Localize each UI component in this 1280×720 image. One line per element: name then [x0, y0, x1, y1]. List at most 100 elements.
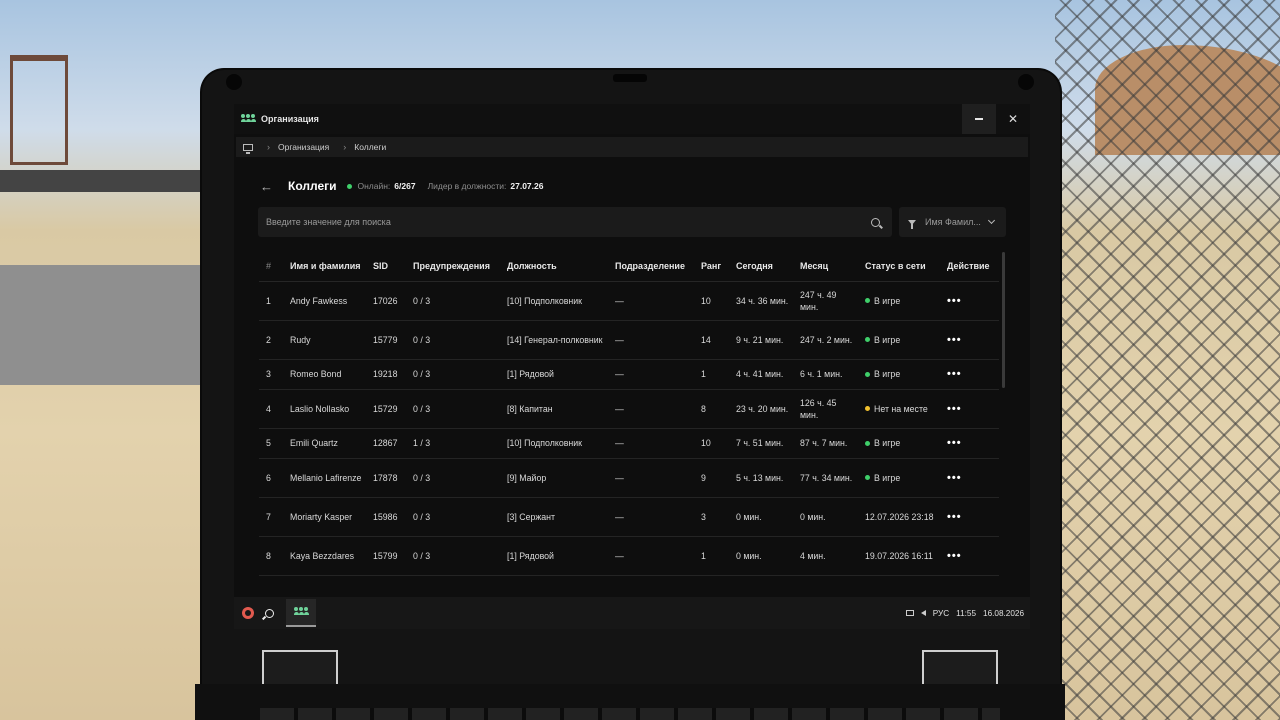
member-time-month: 0 мин. — [793, 497, 858, 537]
member-rank: 1 — [694, 536, 729, 576]
road — [0, 265, 205, 385]
member-sid: 19218 — [366, 359, 406, 390]
status-text: В игре — [874, 438, 901, 448]
close-button[interactable]: ✕ — [996, 104, 1030, 134]
table-row[interactable]: 3 Romeo Bond 19218 0 / 3 [1] Рядовой —1 4 ч. 4… — [259, 359, 999, 390]
status-dot — [865, 475, 870, 480]
monitor-icon[interactable] — [905, 610, 914, 616]
member-status: 12.07.2026 23:18 — [858, 497, 940, 537]
more-options-icon[interactable]: ••• — [940, 359, 999, 390]
member-time-today: 0 мин. — [729, 536, 793, 576]
speaker-icon[interactable] — [920, 610, 926, 616]
member-time-today: 34 ч. 36 мин. — [729, 281, 793, 321]
more-options-icon[interactable]: ••• — [940, 536, 999, 576]
breadcrumb-item-colleagues[interactable]: Коллеги — [354, 142, 386, 152]
member-rank: 1 — [694, 359, 729, 390]
status-text: 12.07.2026 23:18 — [865, 511, 934, 522]
table-row[interactable]: 4 Laslio Nollasko 15729 0 / 3 [8] Капитан —8 2… — [259, 389, 999, 429]
member-warnings: 0 / 3 — [406, 320, 500, 360]
member-time-month: 4 мин. — [793, 536, 858, 576]
member-position: [10] Подполковник — [500, 428, 608, 459]
table-row[interactable]: 2 Rudy 15779 0 / 3 [14] Генерал-полковник —14… — [259, 320, 999, 360]
row-number: 8 — [259, 536, 283, 576]
member-name: Andy Fawkess — [283, 281, 366, 321]
online-count: 6/267 — [394, 181, 416, 191]
column-header-status[interactable]: Статус в сети — [858, 251, 940, 282]
tray-language[interactable]: РУС — [933, 609, 949, 618]
member-time-today: 4 ч. 41 мин. — [729, 359, 793, 390]
status-text: В игре — [874, 472, 901, 483]
window-titlebar: Организация ✕ — [234, 104, 1030, 134]
status-text: В игре — [874, 334, 901, 345]
bezel-screw — [226, 74, 242, 90]
row-number: 3 — [259, 359, 283, 390]
more-options-icon[interactable]: ••• — [940, 320, 999, 360]
column-header-position[interactable]: Должность — [500, 251, 608, 282]
laptop-hinge-left — [262, 650, 338, 684]
member-department: — — [608, 458, 694, 498]
column-header-warnings[interactable]: Предупреждения — [406, 251, 500, 282]
more-options-icon[interactable]: ••• — [940, 497, 999, 537]
member-sid: 15799 — [366, 536, 406, 576]
status-text: Нет на месте — [874, 403, 928, 414]
column-header-department[interactable]: Подразделение — [608, 251, 694, 282]
filter-dropdown[interactable]: Имя Фамил... — [899, 207, 1006, 237]
more-options-icon[interactable]: ••• — [940, 428, 999, 459]
member-rank: 10 — [694, 428, 729, 459]
member-status: В игре — [858, 359, 940, 390]
member-position: [10] Подполковник — [500, 281, 608, 321]
minimize-button[interactable] — [962, 104, 996, 134]
table-row[interactable]: 1 Andy Fawkess 17026 0 / 3 [10] Подполковник… — [259, 281, 999, 321]
back-arrow-icon[interactable]: ← — [260, 179, 278, 194]
column-header-today[interactable]: Сегодня — [729, 251, 793, 282]
member-warnings: 0 / 3 — [406, 359, 500, 390]
member-position: [1] Рядовой — [500, 536, 608, 576]
member-name: Mellanio Lafirenze — [283, 458, 366, 498]
member-time-month: 6 ч. 1 мин. — [793, 359, 858, 390]
member-name: Moriarty Kasper — [283, 497, 366, 537]
search-input[interactable]: Введите значение для поиска — [258, 207, 892, 237]
majestic-logo-icon[interactable] — [242, 607, 254, 619]
member-time-month: 247 ч. 2 мин. — [793, 320, 858, 360]
member-position: [9] Майор — [500, 458, 608, 498]
column-header-sid[interactable]: SID — [366, 251, 406, 282]
column-header-number[interactable]: # — [259, 251, 283, 282]
member-sid: 15779 — [366, 320, 406, 360]
breadcrumb-item-organization[interactable]: Организация — [278, 142, 329, 152]
member-time-month: 126 ч. 45 мин. — [793, 389, 858, 429]
member-warnings: 0 / 3 — [406, 497, 500, 537]
monitor-icon[interactable] — [243, 143, 253, 154]
member-department: — — [608, 428, 694, 459]
bezel-screw — [1018, 74, 1034, 90]
tray-time: 11:55 — [956, 608, 977, 618]
taskbar-search-icon[interactable] — [265, 608, 274, 618]
member-sid: 17026 — [366, 281, 406, 321]
column-header-name[interactable]: Имя и фамилия — [283, 251, 366, 282]
column-header-rank[interactable]: Ранг — [694, 251, 729, 282]
member-department: — — [608, 320, 694, 360]
column-header-action[interactable]: Действие — [940, 251, 999, 282]
online-indicator-dot — [346, 183, 352, 189]
member-time-today: 23 ч. 20 мин. — [729, 389, 793, 429]
table-row[interactable]: 5 Emili Quartz 12867 1 / 3 [10] Подполковник… — [259, 428, 999, 459]
people-icon — [294, 607, 309, 617]
more-options-icon[interactable]: ••• — [940, 281, 999, 321]
taskbar: РУС 11:55 16.08.2026 — [234, 597, 1030, 629]
more-options-icon[interactable]: ••• — [940, 458, 999, 498]
row-number: 1 — [259, 281, 283, 321]
taskbar-app-organization[interactable] — [286, 599, 316, 627]
filter-selected-value: Имя Фамил... — [925, 217, 981, 227]
breadcrumb-separator: › — [267, 142, 270, 152]
column-header-month[interactable]: Месяц — [793, 251, 858, 282]
page-title: Коллеги — [288, 179, 337, 193]
table-row[interactable]: 7 Moriarty Kasper 15986 0 / 3 [3] Сержант —3 0… — [259, 497, 999, 537]
member-name: Romeo Bond — [283, 359, 366, 390]
table-scrollbar[interactable] — [1002, 252, 1005, 388]
table-row[interactable]: 6 Mellanio Lafirenze 17878 0 / 3 [9] Майор —9… — [259, 458, 999, 498]
member-time-month: 247 ч. 49 мин. — [793, 281, 858, 321]
table-row[interactable]: 8 Kaya Bezzdares 15799 0 / 3 [1] Рядовой —1 0 … — [259, 536, 999, 576]
member-sid: 15729 — [366, 389, 406, 429]
more-options-icon[interactable]: ••• — [940, 389, 999, 429]
member-sid: 17878 — [366, 458, 406, 498]
search-icon[interactable] — [871, 217, 880, 227]
